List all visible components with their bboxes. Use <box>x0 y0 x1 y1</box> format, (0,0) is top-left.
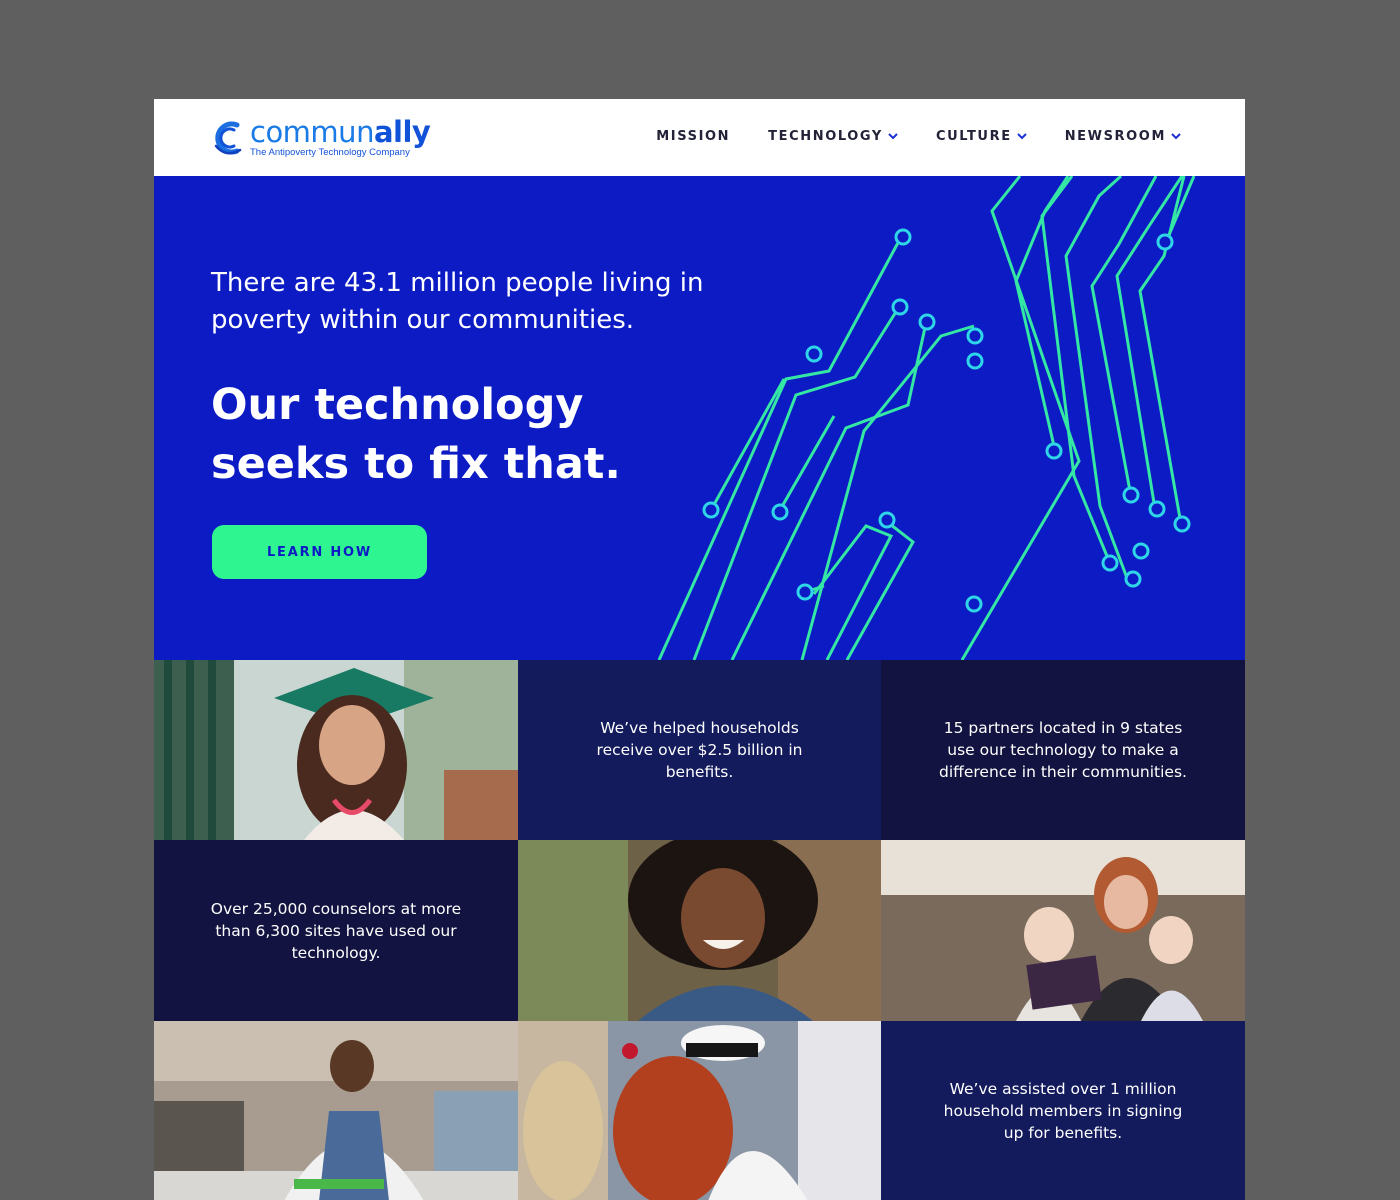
mother-children-image <box>881 840 1245 1021</box>
sailor-reunion-image <box>518 1021 881 1200</box>
nav-newsroom-label: NEWSROOM <box>1064 129 1166 144</box>
nav-technology[interactable]: TECHNOLOGY <box>768 129 898 144</box>
chevron-down-icon <box>1171 133 1181 140</box>
stat-partners-text: 15 partners located in 9 states use our … <box>939 719 1187 781</box>
nav-mission[interactable]: MISSION <box>656 129 730 144</box>
chef-image <box>154 1021 518 1200</box>
stat-partners: 15 partners located in 9 states use our … <box>881 660 1245 840</box>
hero-title: Our technology seeks to fix that. <box>211 380 621 489</box>
brand-name-part1: commun <box>250 115 374 149</box>
stat-households-text: We’ve assisted over 1 million household … <box>943 1080 1183 1142</box>
photo-mother-children <box>881 840 1245 1021</box>
photo-chef <box>154 1021 518 1200</box>
site-header: communally The Antipoverty Technology Co… <box>154 99 1245 176</box>
hero-lead-text: There are 43.1 million people living in … <box>211 268 704 335</box>
hero-section: There are 43.1 million people living in … <box>154 176 1245 660</box>
learn-how-button[interactable]: LEARN HOW <box>212 525 427 579</box>
stat-counselors-text: Over 25,000 counselors at more than 6,30… <box>210 899 462 962</box>
photo-graduate <box>154 660 518 840</box>
nav-newsroom[interactable]: NEWSROOM <box>1065 129 1181 144</box>
brand-logo[interactable]: communally The Antipoverty Technology Co… <box>210 115 431 160</box>
nav-culture[interactable]: CULTURE <box>936 129 1027 144</box>
brand-name-part2: ally <box>373 115 431 149</box>
stat-counselors: Over 25,000 counselors at more than 6,30… <box>154 840 518 1021</box>
brand-name: communally <box>250 115 431 149</box>
smiling-woman-image <box>518 840 881 1021</box>
stats-grid: We’ve helped households receive over $2.… <box>154 660 1245 1200</box>
communally-logo-icon <box>214 121 242 155</box>
chevron-down-icon <box>1016 133 1027 140</box>
stat-households: We’ve assisted over 1 million household … <box>881 1021 1245 1200</box>
graduate-image <box>154 660 518 840</box>
photo-sailor-reunion <box>518 1021 881 1200</box>
nav-culture-label: CULTURE <box>935 129 1012 144</box>
photo-smiling-woman <box>518 840 881 1021</box>
nav-mission-label: MISSION <box>656 129 731 144</box>
browser-page: communally The Antipoverty Technology Co… <box>154 99 1245 1200</box>
stat-benefits-text: We’ve helped households receive over $2.… <box>596 719 803 781</box>
main-nav: MISSION TECHNOLOGY CULTURE NEWSROOM <box>656 129 1181 144</box>
chevron-down-icon <box>888 133 898 140</box>
brand-tagline: The Antipoverty Technology Company <box>250 147 410 158</box>
nav-technology-label: TECHNOLOGY <box>768 129 883 144</box>
stat-benefits: We’ve helped households receive over $2.… <box>518 660 881 840</box>
